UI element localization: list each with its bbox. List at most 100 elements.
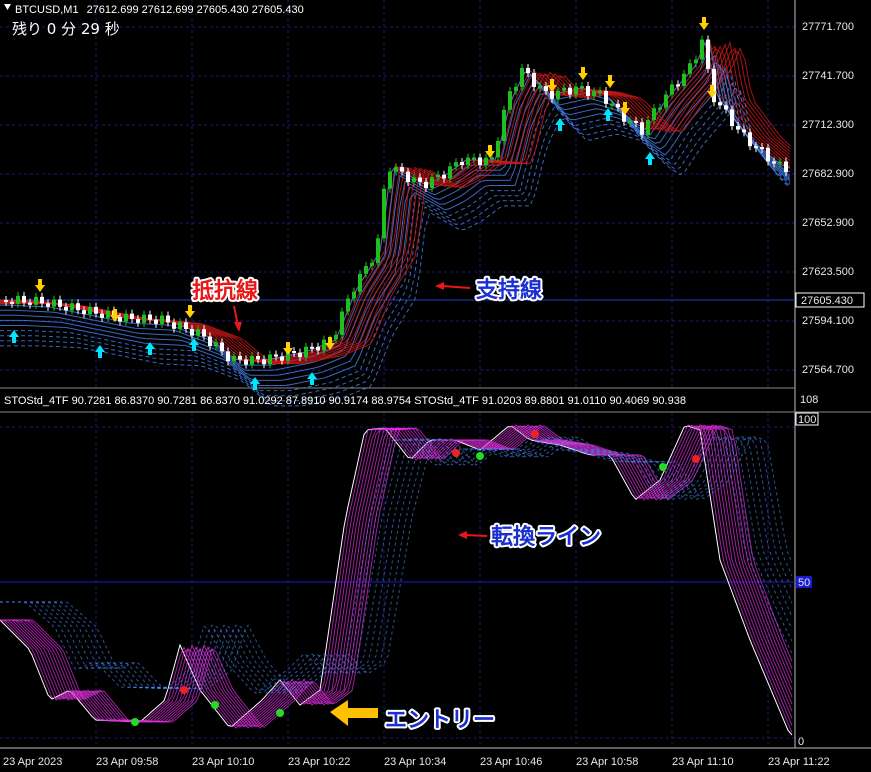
candle-body (94, 306, 98, 314)
candle-body (10, 301, 14, 304)
candle-body (430, 177, 434, 188)
candle-body (52, 299, 56, 307)
candle-body (646, 120, 650, 135)
candle-body (88, 306, 92, 315)
indicator-axis[interactable]: 108 100 50 0 (795, 394, 819, 748)
candle-body (412, 177, 416, 182)
candle-body (364, 265, 368, 274)
svg-text:BTCUSD,M127612.699 27612.699 2: BTCUSD,M1 27612.699 27612.699 27605.430 2… (15, 4, 304, 16)
candle-body (526, 67, 530, 74)
green-signal-dot (276, 709, 284, 717)
candle-body (388, 171, 392, 189)
time-label: 23 Apr 11:22 (768, 756, 830, 768)
candle-body (538, 86, 542, 89)
candle-body (4, 300, 8, 302)
candle-body (742, 129, 746, 133)
candle-body (274, 354, 278, 357)
time-label: 23 Apr 10:34 (384, 756, 446, 768)
candle-body (334, 334, 338, 340)
candle-body (346, 298, 350, 312)
candle-body (442, 174, 446, 179)
candle-body (202, 329, 206, 337)
candle-body (574, 86, 578, 95)
candle-body (550, 90, 554, 99)
candle-body (178, 322, 182, 329)
green-signal-dot (131, 718, 139, 726)
turn-annotation: 転換ライン (491, 524, 601, 550)
candle-body (340, 311, 344, 335)
candle-body (214, 342, 218, 347)
price-label: 27682.900 (802, 168, 854, 180)
candle-body (748, 132, 752, 147)
candle-body (118, 317, 122, 322)
green-signal-dot (476, 452, 484, 460)
time-axis[interactable]: 23 Apr 2023 23 Apr 09:58 23 Apr 10:10 23… (3, 756, 830, 768)
symbol-label: BTCUSD,M1 (15, 4, 79, 16)
candle-body (82, 310, 86, 315)
candle-body (376, 238, 380, 263)
candle-body (352, 291, 356, 299)
countdown-timer: 残り 0 分 29 秒 (12, 20, 120, 38)
green-signal-dot (211, 701, 219, 709)
price-axis[interactable]: 27771.700 27741.700 27712.300 27682.900 … (795, 21, 865, 376)
time-label: 23 Apr 09:58 (96, 756, 158, 768)
turn-arrow (464, 534, 488, 537)
current-price-label: 27605.430 (801, 295, 853, 307)
candle-body (604, 90, 608, 104)
candle-body (736, 126, 740, 130)
price-label: 27771.700 (802, 21, 854, 33)
candle-body (316, 346, 320, 351)
candle-body (232, 355, 236, 362)
candle-body (16, 295, 20, 304)
candle-body (592, 91, 596, 96)
candle-body (502, 109, 506, 141)
candle-body (460, 162, 464, 165)
candle-body (676, 84, 680, 87)
candle-body (562, 87, 566, 91)
candle-body (106, 310, 110, 318)
candle-body (256, 355, 260, 360)
candle-body (394, 167, 398, 172)
candle-body (580, 86, 584, 89)
candle-body (448, 166, 452, 179)
price-label: 27652.900 (802, 217, 854, 229)
indicator-panel-background (0, 412, 795, 747)
resistance-annotation: 抵抗線 (192, 278, 258, 304)
candle-body (190, 329, 194, 336)
candle-body (220, 342, 224, 352)
candle-body (616, 103, 620, 108)
red-signal-dot (692, 455, 700, 463)
red-signal-dot (180, 686, 188, 694)
candle-body (496, 140, 500, 158)
candle-body (418, 177, 422, 182)
candle-body (598, 90, 602, 93)
candle-body (508, 91, 512, 110)
candle-body (568, 87, 572, 95)
candle-body (610, 103, 614, 106)
candle-body (238, 355, 242, 360)
candle-body (34, 296, 38, 305)
candle-body (196, 329, 200, 336)
candle-body (784, 161, 788, 173)
candle-body (244, 359, 248, 365)
candle-body (544, 86, 548, 91)
candle-body (70, 303, 74, 311)
candle-body (772, 161, 776, 164)
candle-body (586, 86, 590, 96)
red-signal-dot (452, 449, 460, 457)
candle-body (556, 90, 560, 99)
candle-body (514, 86, 518, 92)
candle-body (658, 107, 662, 110)
candle-body (628, 120, 632, 123)
candle-body (136, 319, 140, 323)
candle-body (520, 67, 524, 87)
candle-body (142, 314, 146, 323)
candle-body (406, 171, 410, 182)
candle-body (208, 336, 212, 347)
candle-body (640, 122, 644, 135)
candle-body (310, 346, 314, 349)
trading-chart[interactable]: BTCUSD,M1 27612.699 27612.699 27605.430 2… (0, 0, 871, 772)
candle-body (28, 302, 32, 305)
red-signal-dot (531, 430, 539, 438)
candle-body (370, 262, 374, 266)
